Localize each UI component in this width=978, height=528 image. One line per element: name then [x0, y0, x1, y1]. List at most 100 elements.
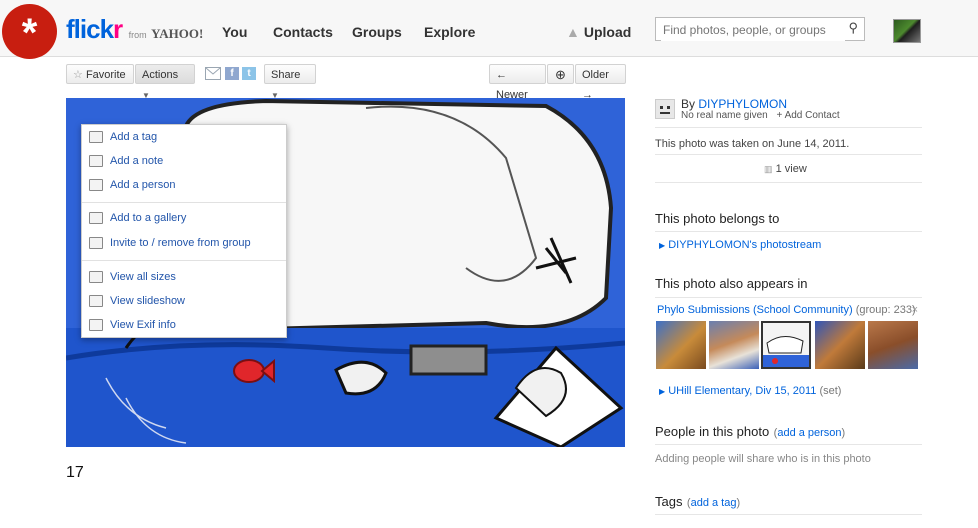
pool-thumbnail-current[interactable] — [761, 321, 811, 369]
share-button[interactable]: Share ▼ — [264, 64, 316, 100]
older-label: Older — [582, 69, 609, 81]
taken-date-text: This photo was taken on June 14, 2011. — [655, 138, 850, 150]
menu-item-label: Invite to / remove from group — [110, 237, 251, 249]
menu-item-add-tag[interactable]: Add a tag — [82, 128, 286, 148]
people-header: People in this photo (add a person) — [655, 424, 846, 439]
logo-flick: flick — [66, 14, 114, 44]
triangle-right-icon: ▶ — [659, 387, 666, 396]
set-row[interactable]: ▶ UHill Elementary, Div 15, 2011 (set) — [659, 385, 841, 397]
menu-item-add-note[interactable]: Add a note — [82, 152, 286, 172]
tag-icon — [89, 131, 103, 143]
sizes-icon — [89, 271, 103, 283]
divider — [655, 182, 922, 183]
menu-item-label: Add to a gallery — [110, 212, 187, 224]
nav-groups[interactable]: Groups — [352, 24, 402, 40]
older-button[interactable]: Older → — [575, 64, 626, 101]
divider — [655, 444, 922, 445]
nav-explore[interactable]: Explore — [424, 24, 475, 40]
note-icon — [89, 155, 103, 167]
menu-divider — [82, 202, 286, 203]
zoom-icon: ⊕ — [555, 67, 566, 82]
pool-thumbnail[interactable] — [815, 321, 865, 369]
upload-label: Upload — [583, 24, 632, 40]
divider — [655, 127, 922, 128]
views-label: 1 view — [775, 163, 807, 175]
menu-divider — [82, 260, 286, 261]
search-icon[interactable]: ⚲ — [848, 20, 858, 36]
by-label: By — [681, 97, 696, 111]
add-contact-link[interactable]: + Add Contact — [777, 110, 840, 121]
owner-meta: No real name given + Add Contact — [681, 110, 840, 121]
owner-buddy-icon[interactable] — [655, 99, 675, 119]
owner-name-link[interactable]: DIYPHYLOMON — [698, 97, 787, 111]
email-icon[interactable] — [205, 67, 221, 80]
menu-item-view-sizes[interactable]: View all sizes — [82, 268, 286, 288]
photostream-link[interactable]: ▶ DIYPHYLOMON's photostream — [659, 239, 821, 251]
divider — [655, 514, 922, 515]
add-tag-link[interactable]: add a tag — [691, 497, 737, 509]
upload-link[interactable]: ▲ Upload — [566, 24, 631, 40]
slide-badge-icon: * — [2, 4, 57, 59]
menu-item-label: View all sizes — [110, 271, 176, 283]
actions-button[interactable]: Actions ▼ — [135, 64, 195, 100]
user-avatar[interactable] — [893, 19, 921, 43]
divider — [655, 154, 922, 155]
add-person-link[interactable]: add a person — [777, 427, 841, 439]
nav-you[interactable]: You — [222, 24, 247, 40]
flickr-logo[interactable]: flickr from YAHOO! — [66, 14, 204, 44]
menu-item-label: View slideshow — [110, 295, 186, 307]
actions-label: Actions — [142, 69, 179, 81]
tags-title: Tags — [655, 494, 683, 509]
pool-thumbnail[interactable] — [656, 321, 706, 369]
menu-item-add-person[interactable]: Add a person — [82, 176, 286, 196]
triangle-right-icon: ▶ — [659, 241, 666, 250]
zoom-button[interactable]: ⊕ — [547, 64, 574, 84]
menu-item-label: View Exif info — [110, 319, 176, 331]
appears-title: This photo also appears in — [655, 276, 808, 291]
logo-yahoo: YAHOO! — [151, 26, 204, 41]
close-icon[interactable]: × — [912, 304, 918, 316]
logo-from: from — [128, 30, 147, 40]
menu-item-exif[interactable]: View Exif info — [82, 316, 286, 336]
nav-contacts[interactable]: Contacts — [273, 24, 333, 40]
actions-dropdown-menu: Add a tag Add a note Add a person Add to… — [81, 124, 287, 338]
owner-line: By DIYPHYLOMON — [681, 97, 787, 111]
group-meta: (group: 233) — [855, 304, 916, 316]
group-row: Phylo Submissions (School Community) (gr… — [657, 304, 922, 316]
camera-icon — [89, 319, 103, 331]
tags-header: Tags (add a tag) — [655, 494, 741, 509]
share-label: Share — [271, 69, 301, 81]
menu-item-slideshow[interactable]: View slideshow — [82, 292, 286, 312]
group-icon — [89, 237, 103, 249]
search-box: ⚲ — [655, 17, 865, 41]
set-meta: (set) — [819, 385, 842, 397]
pool-thumbnail[interactable] — [868, 321, 918, 369]
menu-item-add-gallery[interactable]: Add to a gallery — [82, 209, 286, 229]
logo-r: r — [113, 14, 123, 44]
favorite-button[interactable]: ☆ Favorite — [66, 64, 134, 84]
arrow-left-icon: ← — [496, 69, 507, 81]
star-icon: ☆ — [73, 69, 83, 81]
slide-number: 17 — [66, 464, 84, 481]
belongs-title: This photo belongs to — [655, 211, 780, 226]
group-link[interactable]: Phylo Submissions (School Community) — [657, 304, 853, 316]
search-input[interactable] — [661, 19, 845, 41]
real-name-text: No real name given — [681, 110, 768, 121]
menu-item-label: Add a tag — [110, 131, 158, 143]
divider — [655, 231, 922, 232]
twitter-icon[interactable]: t — [242, 67, 256, 80]
facebook-icon[interactable]: f — [225, 67, 239, 80]
people-title: People in this photo — [655, 424, 770, 439]
pool-thumbnail[interactable] — [709, 321, 759, 369]
menu-item-invite-group[interactable]: Invite to / remove from group — [82, 234, 286, 254]
photostream-label: DIYPHYLOMON's photostream — [668, 239, 822, 251]
favorite-label: Favorite — [85, 69, 126, 81]
set-link: UHill Elementary, Div 15, 2011 — [668, 385, 817, 397]
bar-chart-icon: ▥ — [764, 164, 773, 174]
views-count: ▥ 1 view — [764, 163, 807, 175]
menu-item-label: Add a note — [110, 155, 164, 167]
newer-button[interactable]: ← Newer — [489, 64, 546, 101]
person-icon — [89, 179, 103, 191]
gallery-icon — [89, 212, 103, 224]
upload-arrow-icon: ▲ — [566, 24, 580, 40]
